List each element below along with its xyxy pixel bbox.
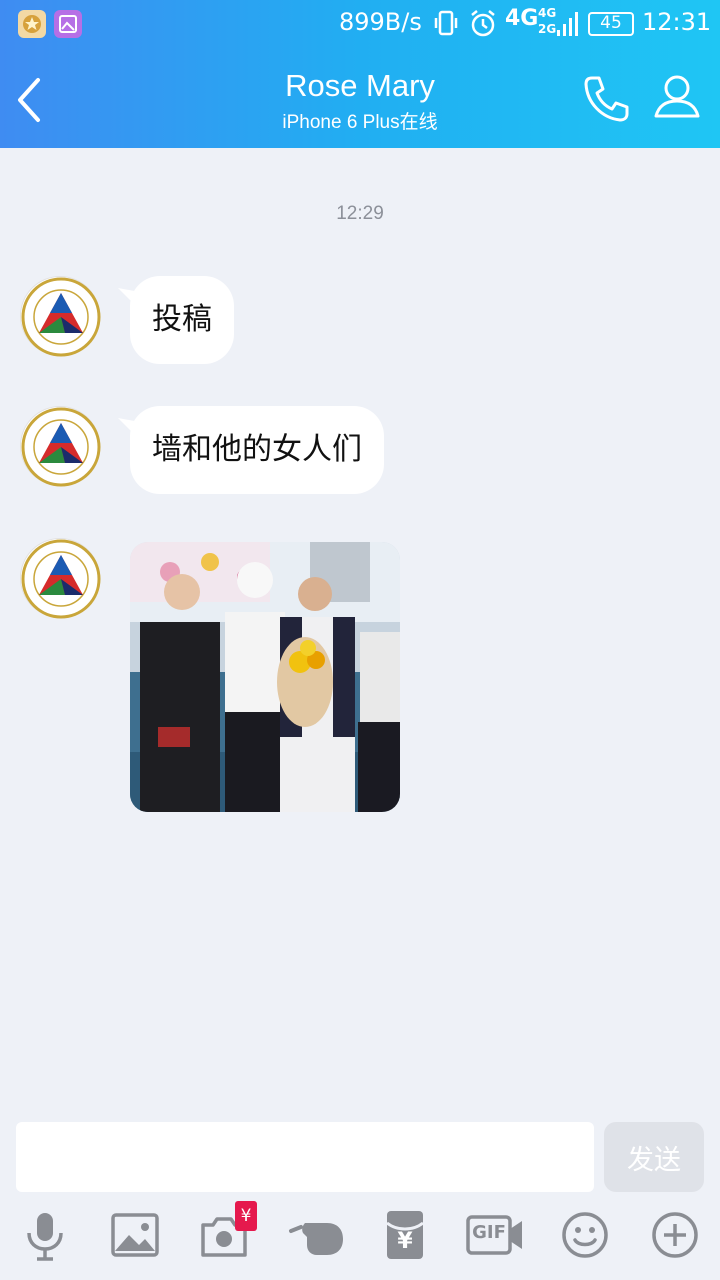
avatar[interactable] xyxy=(20,276,101,357)
avatar[interactable] xyxy=(20,406,101,487)
network-4g-label: 4G xyxy=(505,6,539,31)
send-button[interactable]: 发送 xyxy=(604,1122,704,1192)
red-envelope-badge: ¥ xyxy=(235,1201,257,1231)
message-timestamp: 12:29 xyxy=(336,203,384,224)
battery-icon: 45 xyxy=(588,12,634,36)
envelope-label: ¥ xyxy=(397,1229,413,1254)
poke-icon[interactable] xyxy=(287,1207,347,1263)
clock: 12:31 xyxy=(642,8,712,36)
camera-icon[interactable]: ¥ xyxy=(197,1201,257,1263)
network-speed: 899B/s xyxy=(339,8,422,36)
vibrate-icon xyxy=(432,8,460,44)
gif-label: GIF xyxy=(472,1222,506,1243)
signal-icon xyxy=(555,8,579,44)
network-4g-small-label: 4G xyxy=(538,6,557,20)
profile-button[interactable] xyxy=(652,72,702,124)
message-bubble[interactable]: 墙和他的女人们 xyxy=(130,406,384,494)
battery-level: 45 xyxy=(600,13,622,33)
university-logo-icon xyxy=(21,407,101,487)
university-logo-icon xyxy=(21,539,101,619)
red-envelope-icon[interactable]: ¥ xyxy=(377,1207,433,1263)
gif-icon[interactable]: GIF xyxy=(465,1207,525,1263)
header-bar: 899B/s 4G 4G 2G 45 12:31 Rose Mary iPhon… xyxy=(0,0,720,148)
alarm-icon xyxy=(468,8,498,44)
emoji-icon[interactable] xyxy=(557,1207,613,1263)
phone-icon xyxy=(584,76,629,122)
group-photo xyxy=(130,542,400,812)
app-notification-icon xyxy=(18,10,46,38)
microphone-icon[interactable] xyxy=(17,1207,73,1263)
image-message[interactable] xyxy=(130,542,400,812)
image-icon[interactable] xyxy=(107,1207,163,1263)
avatar[interactable] xyxy=(20,538,101,619)
gallery-notification-icon xyxy=(54,10,82,38)
status-bar: 899B/s 4G 4G 2G 45 12:31 xyxy=(0,0,720,50)
university-logo-icon xyxy=(21,277,101,357)
person-icon xyxy=(654,75,700,118)
network-2g-small-label: 2G xyxy=(538,22,557,36)
call-button[interactable] xyxy=(580,72,632,124)
plus-icon[interactable] xyxy=(647,1207,703,1263)
message-input[interactable] xyxy=(16,1122,594,1192)
message-bubble[interactable]: 投稿 xyxy=(130,276,234,364)
